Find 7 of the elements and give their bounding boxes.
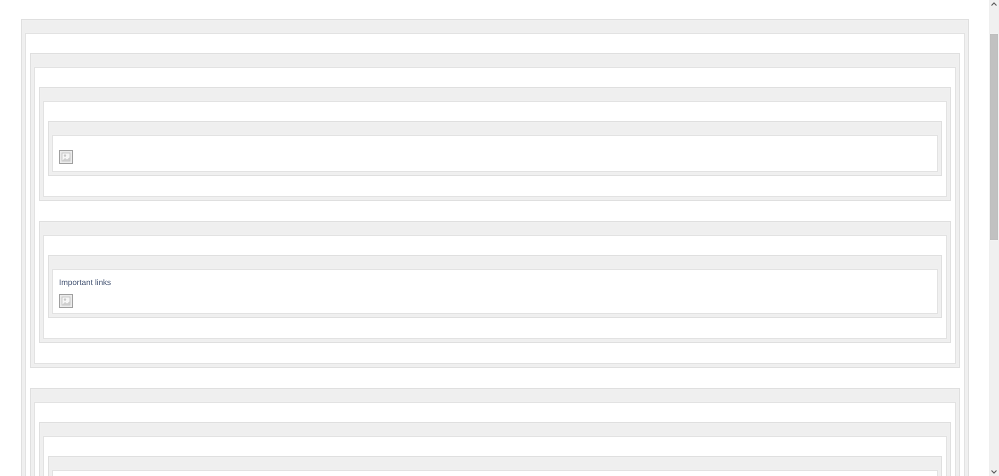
scroll-down-icon[interactable] xyxy=(989,468,999,476)
section-label: Important links xyxy=(59,278,112,288)
broken-image-icon xyxy=(59,150,73,164)
scrollbar[interactable] xyxy=(989,0,999,476)
scroll-thumb[interactable] xyxy=(990,34,998,240)
scroll-up-icon[interactable] xyxy=(989,0,999,8)
broken-image-icon xyxy=(59,294,73,308)
